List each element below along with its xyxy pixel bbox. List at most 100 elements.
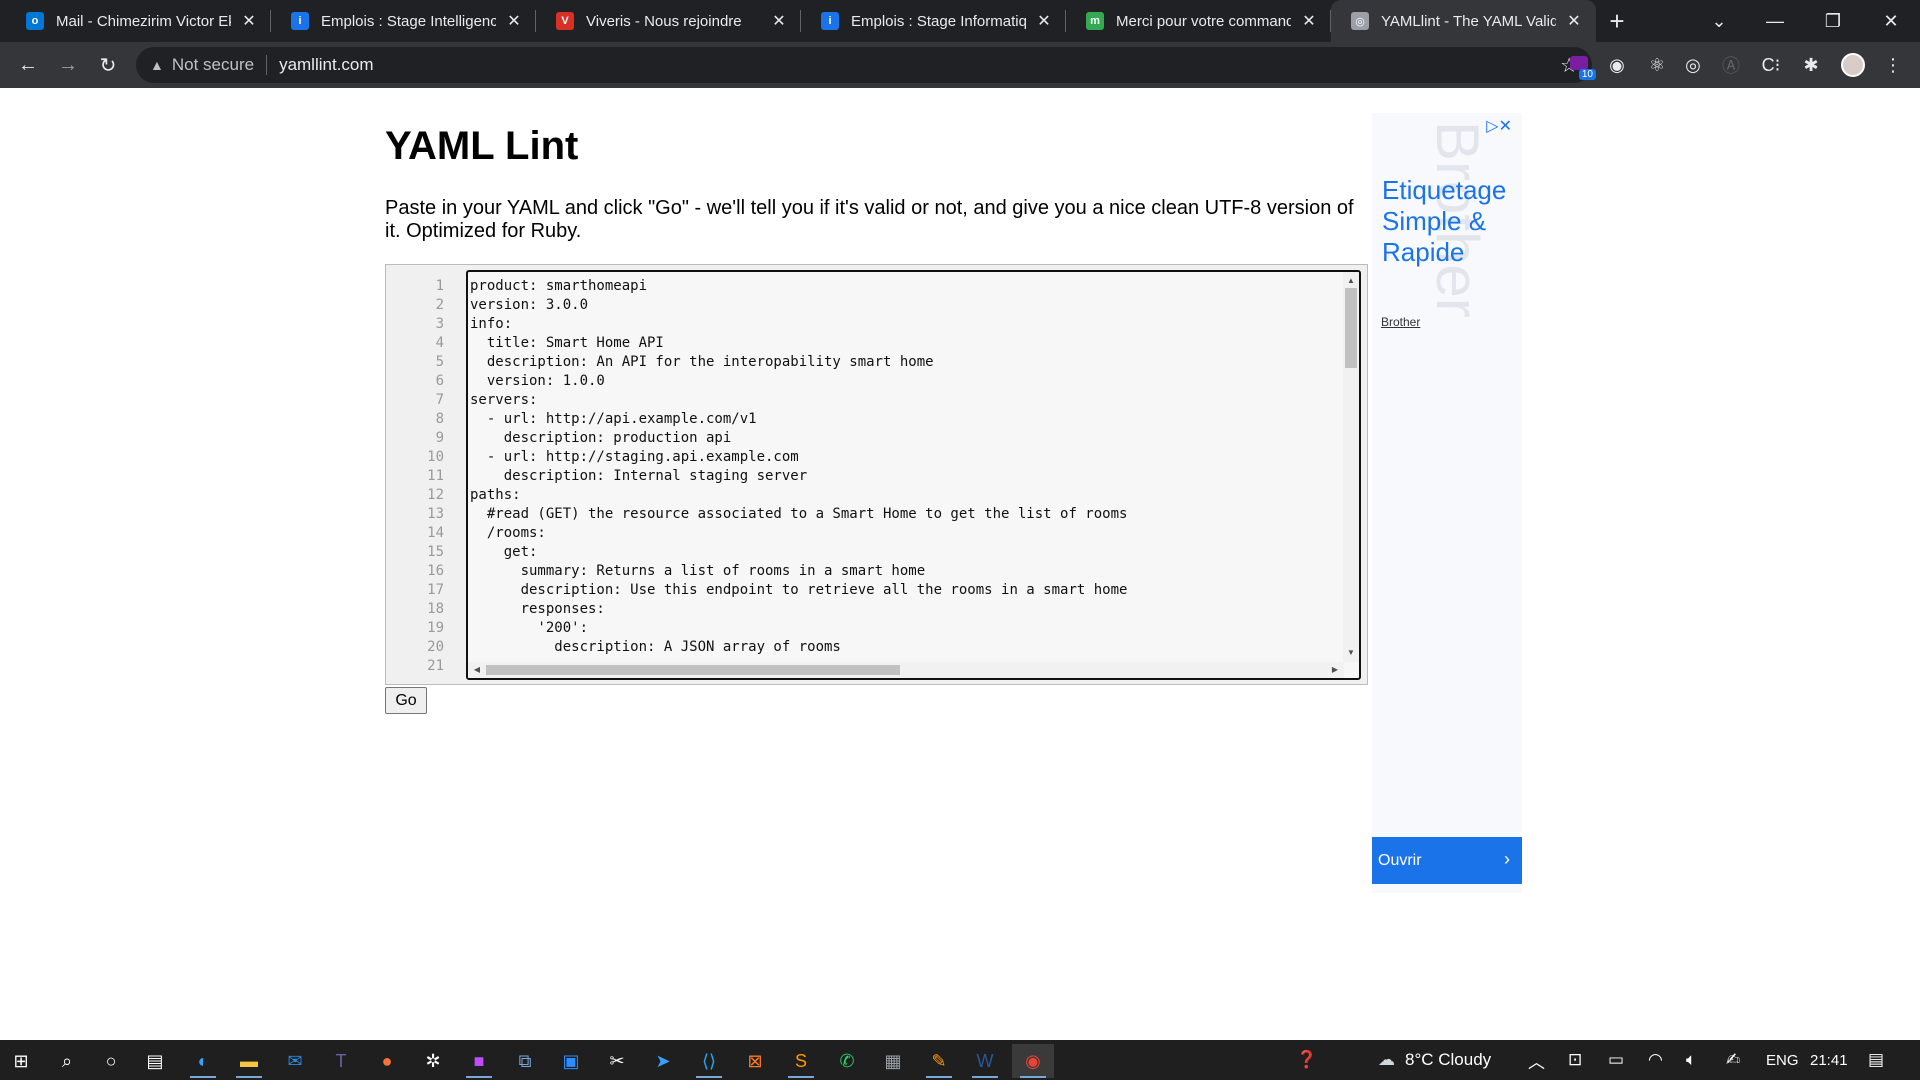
battery-icon[interactable]: ▭ <box>1608 1040 1624 1080</box>
task-view-icon[interactable]: ▤ <box>134 1044 176 1078</box>
extensions-puzzle-icon[interactable]: ✱ <box>1796 50 1826 80</box>
vscode-icon[interactable]: ⟨⟩ <box>688 1044 730 1078</box>
browser-tab[interactable]: i Emplois : Stage Intelligence ✕ <box>271 0 536 42</box>
xampp-icon[interactable]: ⊠ <box>734 1044 776 1078</box>
browser-tab[interactable]: m Merci pour votre command ✕ <box>1066 0 1331 42</box>
tab-close-icon[interactable]: ✕ <box>769 11 789 31</box>
tab-favicon-icon: i <box>291 12 309 30</box>
file-explorer-icon[interactable]: ▬ <box>228 1044 270 1078</box>
yaml-editor: 1 2 3 4 5 6 7 8 9 10 11 12 13 14 15 16 1… <box>385 264 1368 685</box>
word-icon[interactable]: W <box>964 1044 1006 1078</box>
chrome-icon[interactable]: ◉ <box>1012 1044 1054 1078</box>
tab-favicon-icon: m <box>1086 12 1104 30</box>
zoom-icon[interactable]: ▣ <box>550 1044 592 1078</box>
profile-avatar[interactable] <box>1838 50 1868 80</box>
extension-circle-icon[interactable]: ◉ <box>1602 50 1632 80</box>
advertisement[interactable]: Brother ▷✕ Etiquetage Simple & Rapide Br… <box>1372 113 1522 893</box>
new-tab-button[interactable]: + <box>1596 0 1638 42</box>
network-app-icon[interactable]: ⧉ <box>504 1044 546 1078</box>
start-windows-icon[interactable]: ⊞ <box>0 1044 42 1078</box>
ad-choices-icon[interactable]: ▷✕ <box>1486 116 1512 136</box>
back-icon[interactable]: ← <box>8 45 48 85</box>
clock[interactable]: 21:41 <box>1810 1040 1848 1080</box>
phpstorm-icon[interactable]: ■ <box>458 1044 500 1078</box>
edge-icon[interactable]: ◐ <box>182 1044 224 1078</box>
horizontal-scroll-thumb[interactable] <box>486 665 900 675</box>
url-text: yamllint.com <box>279 55 374 74</box>
restore-icon[interactable]: ❐ <box>1804 0 1862 42</box>
page-content: YAML Lint Paste in your YAML and click "… <box>0 88 1920 1040</box>
tab-search-icon[interactable]: ⌄ <box>1690 0 1748 42</box>
cloud-icon: ☁ <box>1378 1050 1395 1069</box>
minimize-icon[interactable]: — <box>1746 0 1804 42</box>
mail-icon[interactable]: ✉ <box>274 1044 316 1078</box>
search-icon[interactable]: ⌕ <box>46 1044 88 1078</box>
pen-app-icon[interactable]: ✎ <box>918 1044 960 1078</box>
sublime-icon[interactable]: S <box>780 1044 822 1078</box>
ad-brand[interactable]: Brother <box>1381 315 1420 329</box>
reload-icon[interactable]: ↻ <box>88 45 128 85</box>
tab-list: o Mail - Chimezirim Victor Ek ✕ i Emplois : … <box>6 0 1596 42</box>
extension-c-icon[interactable]: C⁝ <box>1756 50 1786 80</box>
teams-icon[interactable]: T <box>320 1044 362 1078</box>
wifi-icon[interactable]: ◠ <box>1648 1040 1663 1080</box>
tab-close-icon[interactable]: ✕ <box>1299 11 1319 31</box>
cortana-icon[interactable]: ○ <box>90 1044 132 1078</box>
extension-a-icon[interactable]: Ⓐ <box>1716 50 1746 80</box>
volume-icon[interactable]: 🔈︎ <box>1686 1040 1696 1080</box>
browser-tab[interactable]: V Viveris - Nous rejoindre ✕ <box>536 0 801 42</box>
windows-taskbar: ⊞ ⌕ ○ ▤ ◐ ▬ ✉ T ● ✲ ■ ⧉ ▣ ✂ ➤ ⟨⟩ ⊠ S ✆ ▦… <box>0 1040 1920 1080</box>
tab-title: Emplois : Stage Informatiqu <box>851 12 1026 30</box>
tab-close-icon[interactable]: ✕ <box>1034 11 1054 31</box>
vertical-scrollbar[interactable]: ▲ ▼ <box>1343 272 1359 662</box>
tab-close-icon[interactable]: ✕ <box>504 11 524 31</box>
tab-close-icon[interactable]: ✕ <box>239 11 259 31</box>
yaml-input[interactable]: product: smarthomeapi version: 3.0.0 inf… <box>466 270 1361 680</box>
tab-title: Mail - Chimezirim Victor Ek <box>56 12 231 30</box>
extension-badge-icon[interactable]: 10 <box>1564 48 1596 80</box>
photos-icon[interactable]: ▦ <box>872 1044 914 1078</box>
horizontal-scrollbar[interactable]: ◀ ▶ <box>468 662 1344 678</box>
divider <box>266 55 268 75</box>
weather-text: 8°C Cloudy <box>1405 1050 1492 1069</box>
ad-headline[interactable]: Etiquetage Simple & Rapide <box>1382 175 1522 268</box>
scroll-up-icon[interactable]: ▲ <box>1343 274 1359 288</box>
tab-favicon-icon: i <box>821 12 839 30</box>
display-icon[interactable]: ⊡ <box>1568 1040 1582 1080</box>
browser-toolbar: ← → ↻ ▲ Not secure yamllint.com ☆ 10 ◉ ⚛… <box>0 42 1920 88</box>
notifications-icon[interactable]: ▤ <box>1868 1040 1884 1080</box>
whatsapp-icon[interactable]: ✆ <box>826 1044 868 1078</box>
page-intro: Paste in your YAML and click "Go" - we'l… <box>385 197 1354 242</box>
vertical-scroll-thumb[interactable] <box>1345 288 1357 368</box>
scroll-down-icon[interactable]: ▼ <box>1343 646 1359 660</box>
firefox-dev-icon[interactable]: ● <box>366 1044 408 1078</box>
snipping-icon[interactable]: ✂ <box>596 1044 638 1078</box>
close-window-icon[interactable]: ✕ <box>1862 0 1920 42</box>
menu-kebab-icon[interactable]: ⋮ <box>1878 50 1908 80</box>
tab-title: YAMLlint - The YAML Valida <box>1381 12 1556 30</box>
tab-close-icon[interactable]: ✕ <box>1564 11 1584 31</box>
extension-react-icon[interactable]: ⚛ <box>1642 50 1672 80</box>
scroll-left-icon[interactable]: ◀ <box>470 662 484 678</box>
page-title: YAML Lint <box>385 124 579 168</box>
browser-tab[interactable]: i Emplois : Stage Informatiqu ✕ <box>801 0 1066 42</box>
language-indicator[interactable]: ENG <box>1766 1040 1799 1080</box>
chrome-dev-icon[interactable]: ✲ <box>412 1044 454 1078</box>
go-button[interactable]: Go <box>385 687 427 714</box>
help-icon[interactable]: ❓ <box>1296 1040 1317 1080</box>
forward-icon[interactable]: → <box>48 45 88 85</box>
line-numbers: 1 2 3 4 5 6 7 8 9 10 11 12 13 14 15 16 1… <box>427 278 444 674</box>
address-bar[interactable]: ▲ Not secure yamllint.com ☆ <box>136 47 1592 83</box>
warning-icon: ▲ <box>150 57 164 73</box>
show-hidden-icons-icon[interactable]: ︿ <box>1528 1040 1545 1080</box>
browser-tab[interactable]: o Mail - Chimezirim Victor Ek ✕ <box>6 0 271 42</box>
extension-badge-count: 10 <box>1578 69 1596 80</box>
browser-tab[interactable]: ◎ YAMLlint - The YAML Valida ✕ <box>1331 0 1596 42</box>
chevron-right-icon: › <box>1504 849 1510 869</box>
pen-workspace-icon[interactable]: ✍ <box>1726 1040 1740 1080</box>
scroll-right-icon[interactable]: ▶ <box>1328 662 1342 678</box>
ad-cta-button[interactable]: Ouvrir › <box>1372 837 1522 884</box>
extension-target-icon[interactable]: ◎ <box>1678 50 1708 80</box>
arrow-app-icon[interactable]: ➤ <box>642 1044 684 1078</box>
weather-widget[interactable]: ☁ 8°C Cloudy <box>1378 1040 1491 1080</box>
